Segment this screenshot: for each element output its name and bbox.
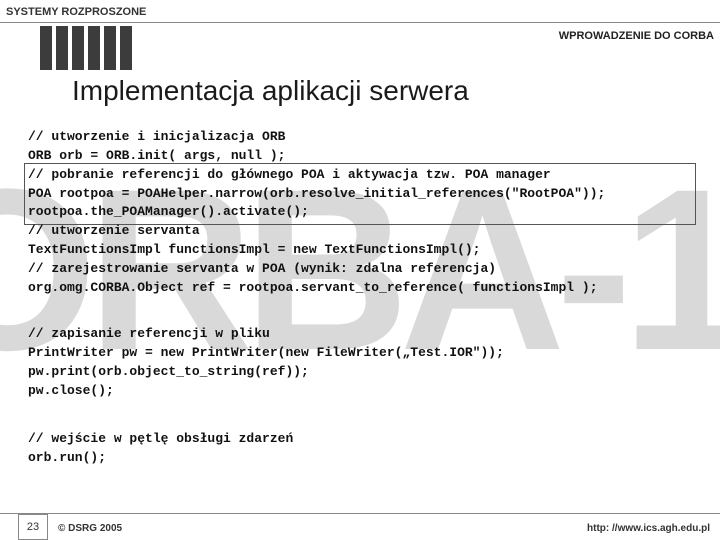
code-block-2: // zapisanie referencji w pliku PrintWri… xyxy=(28,325,504,400)
page-title: Implementacja aplikacji serwera xyxy=(72,75,469,107)
footer-rule xyxy=(0,513,720,514)
code-block-3: // wejście w pętlę obsługi zdarzeń orb.r… xyxy=(28,430,293,468)
page-number: 23 xyxy=(18,514,48,540)
decorative-bars xyxy=(40,26,132,70)
footer-url: http: //www.ics.agh.edu.pl xyxy=(587,523,710,534)
header-subtitle: WPROWADZENIE DO CORBA xyxy=(559,30,714,42)
code-block-1: // utworzenie i inicjalizacja ORB ORB or… xyxy=(28,128,605,298)
footer-copyright: © DSRG 2005 xyxy=(58,523,122,534)
slide: CORBA-1 SYSTEMY ROZPROSZONE WPROWADZENIE… xyxy=(0,0,720,540)
header-rule xyxy=(0,22,720,23)
header-course: SYSTEMY ROZPROSZONE xyxy=(6,6,146,18)
